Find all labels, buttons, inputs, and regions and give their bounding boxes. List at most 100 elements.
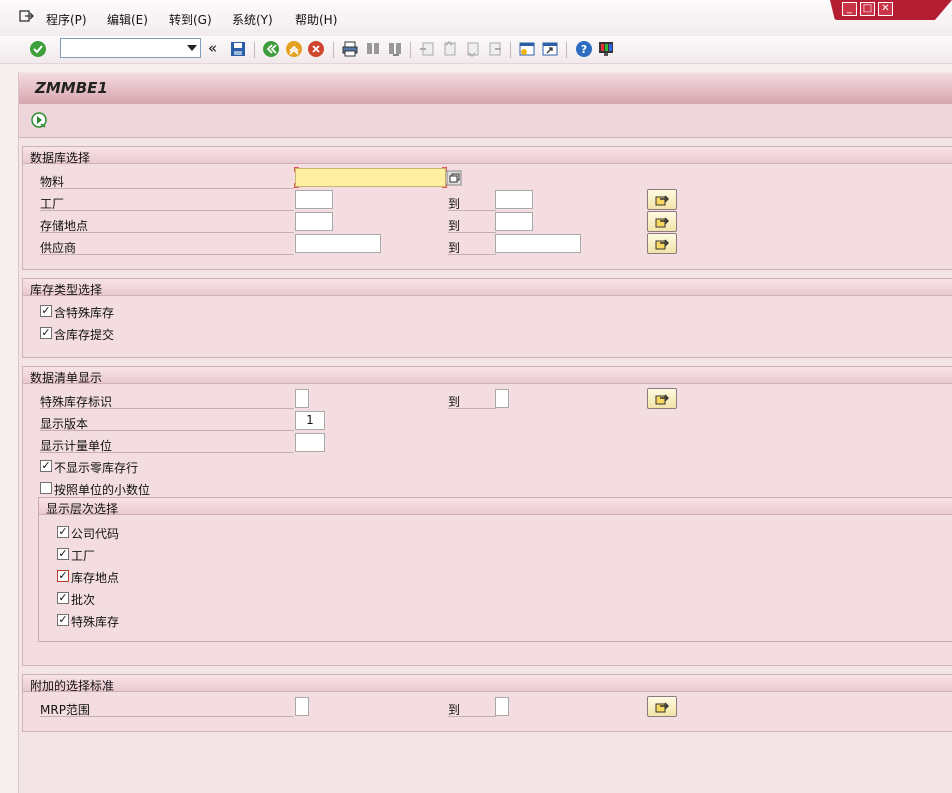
multiple-selection-icon[interactable] xyxy=(446,170,462,186)
next-page-icon[interactable] xyxy=(463,40,481,58)
arrow-right-icon xyxy=(655,702,669,713)
menu-bar: 程序(P) 编辑(E) 转到(G) 系统(Y) 帮助(H) xyxy=(0,0,952,36)
title-bar: ZMMBE1 xyxy=(19,73,952,104)
group-title: 附加的选择标准 xyxy=(30,679,115,693)
mrp-area-multiple-selection-button[interactable] xyxy=(647,696,677,717)
group-title: 显示层次选择 xyxy=(46,502,119,516)
arrow-right-icon xyxy=(655,195,669,206)
group-database-selection: 数据库选择 物料 工厂 到 存储地点 到 供应商 到 xyxy=(22,146,952,270)
arrow-right-icon xyxy=(655,239,669,250)
cancel-icon[interactable] xyxy=(307,40,325,58)
vendor-to-input[interactable] xyxy=(495,234,581,253)
vendor-label: 供应商 xyxy=(40,238,294,255)
back-icon[interactable] xyxy=(262,40,280,58)
material-label: 物料 xyxy=(40,172,294,189)
storage-location-label: 存储地点 xyxy=(40,216,294,233)
vendor-multiple-selection-button[interactable] xyxy=(647,233,677,254)
exit-icon[interactable] xyxy=(285,40,303,58)
group-list-display: 数据清单显示 特殊库存标识 到 显示版本 1 显示计量单位 ✓ 不显示零库存行 … xyxy=(22,366,952,666)
special-stock-indicator-to-input[interactable] xyxy=(495,389,509,408)
close-button[interactable]: ✕ xyxy=(878,2,893,16)
mrp-area-to-label: 到 xyxy=(448,700,496,717)
hierarchy-special-stock-checkbox[interactable]: ✓ xyxy=(57,614,69,626)
toolbar-separator xyxy=(410,42,411,58)
hierarchy-batch-label: 批次 xyxy=(71,593,96,607)
group-header: 附加的选择标准 xyxy=(23,675,952,693)
find-icon[interactable] xyxy=(364,40,382,58)
application-toolbar xyxy=(19,104,952,138)
menu-exit-icon[interactable] xyxy=(18,8,34,24)
group-header: 数据清单显示 xyxy=(23,367,952,385)
execute-icon[interactable] xyxy=(30,111,48,129)
first-page-icon[interactable] xyxy=(418,40,436,58)
hierarchy-plant-label: 工厂 xyxy=(71,549,96,563)
special-stock-label: 含特殊库存 xyxy=(54,306,115,320)
find-next-icon[interactable] xyxy=(386,40,404,58)
stock-commit-checkbox[interactable]: ✓ xyxy=(40,327,52,339)
last-page-icon[interactable] xyxy=(485,40,503,58)
chevron-down-icon[interactable] xyxy=(187,45,197,51)
special-stock-indicator-label: 特殊库存标识 xyxy=(40,392,294,409)
storage-to-label: 到 xyxy=(448,216,496,233)
display-uom-input[interactable] xyxy=(295,433,325,452)
unit-decimals-label: 按照单位的小数位 xyxy=(54,483,151,497)
mrp-area-to-input[interactable] xyxy=(495,697,509,716)
storage-from-input[interactable] xyxy=(295,212,333,231)
enter-check-icon[interactable] xyxy=(29,40,47,58)
print-icon[interactable] xyxy=(341,40,359,58)
group-title: 数据库选择 xyxy=(30,151,91,165)
display-version-label: 显示版本 xyxy=(40,414,294,431)
hierarchy-company-code-checkbox[interactable]: ✓ xyxy=(57,526,69,538)
plant-to-label: 到 xyxy=(448,194,496,211)
minimize-button[interactable]: _ xyxy=(842,2,857,16)
plant-label: 工厂 xyxy=(40,194,294,211)
mrp-area-from-input[interactable] xyxy=(295,697,309,716)
svg-text:?: ? xyxy=(581,43,587,56)
save-icon[interactable] xyxy=(229,40,247,58)
toolbar-separator xyxy=(254,42,255,58)
storage-multiple-selection-button[interactable] xyxy=(647,211,677,232)
toolbar-separator xyxy=(566,42,567,58)
menu-system[interactable]: 系统(Y) xyxy=(232,11,273,28)
plant-from-input[interactable] xyxy=(295,190,333,209)
command-field[interactable] xyxy=(60,38,201,58)
help-icon[interactable]: ? xyxy=(575,40,593,58)
mrp-area-label: MRP范围 xyxy=(40,700,294,717)
hierarchy-storage-location-label: 库存地点 xyxy=(71,571,120,585)
create-session-icon[interactable] xyxy=(518,40,536,58)
group-additional-criteria: 附加的选择标准 MRP范围 到 xyxy=(22,674,952,732)
window-controls: _ □ ✕ xyxy=(830,0,952,20)
unit-decimals-checkbox[interactable] xyxy=(40,482,52,494)
group-stock-type-selection: 库存类型选择 ✓ 含特殊库存 ✓ 含库存提交 xyxy=(22,278,952,358)
back-double-chevron-icon[interactable]: « xyxy=(208,39,226,57)
group-header: 库存类型选择 xyxy=(23,279,952,297)
special-stock-indicator-multiple-selection-button[interactable] xyxy=(647,388,677,409)
storage-to-input[interactable] xyxy=(495,212,533,231)
hierarchy-special-stock-label: 特殊库存 xyxy=(71,615,120,629)
stock-commit-label: 含库存提交 xyxy=(54,328,115,342)
hierarchy-plant-checkbox[interactable]: ✓ xyxy=(57,548,69,560)
plant-multiple-selection-button[interactable] xyxy=(647,189,677,210)
shortcut-icon[interactable] xyxy=(541,40,559,58)
material-input[interactable] xyxy=(295,168,446,187)
plant-to-input[interactable] xyxy=(495,190,533,209)
maximize-button[interactable]: □ xyxy=(860,2,875,16)
no-zero-stock-checkbox[interactable]: ✓ xyxy=(40,460,52,472)
menu-goto[interactable]: 转到(G) xyxy=(169,11,212,28)
special-stock-indicator-from-input[interactable] xyxy=(295,389,309,408)
hierarchy-storage-location-checkbox[interactable]: ✓ xyxy=(57,570,69,582)
menu-program[interactable]: 程序(P) xyxy=(46,11,87,28)
menu-edit[interactable]: 编辑(E) xyxy=(107,11,148,28)
previous-page-icon[interactable] xyxy=(440,40,458,58)
vendor-to-label: 到 xyxy=(448,238,496,255)
special-stock-checkbox[interactable]: ✓ xyxy=(40,305,52,317)
customize-layout-icon[interactable] xyxy=(597,40,615,58)
arrow-right-icon xyxy=(655,217,669,228)
group-hierarchy-selection: 显示层次选择 ✓ 公司代码 ✓ 工厂 ✓ 库存地点 ✓ 批次 ✓ 特殊库存 xyxy=(38,497,952,642)
display-version-input[interactable]: 1 xyxy=(295,411,325,430)
hierarchy-batch-checkbox[interactable]: ✓ xyxy=(57,592,69,604)
menu-help[interactable]: 帮助(H) xyxy=(295,11,337,28)
hierarchy-company-code-label: 公司代码 xyxy=(71,527,120,541)
display-uom-label: 显示计量单位 xyxy=(40,436,294,453)
vendor-from-input[interactable] xyxy=(295,234,381,253)
